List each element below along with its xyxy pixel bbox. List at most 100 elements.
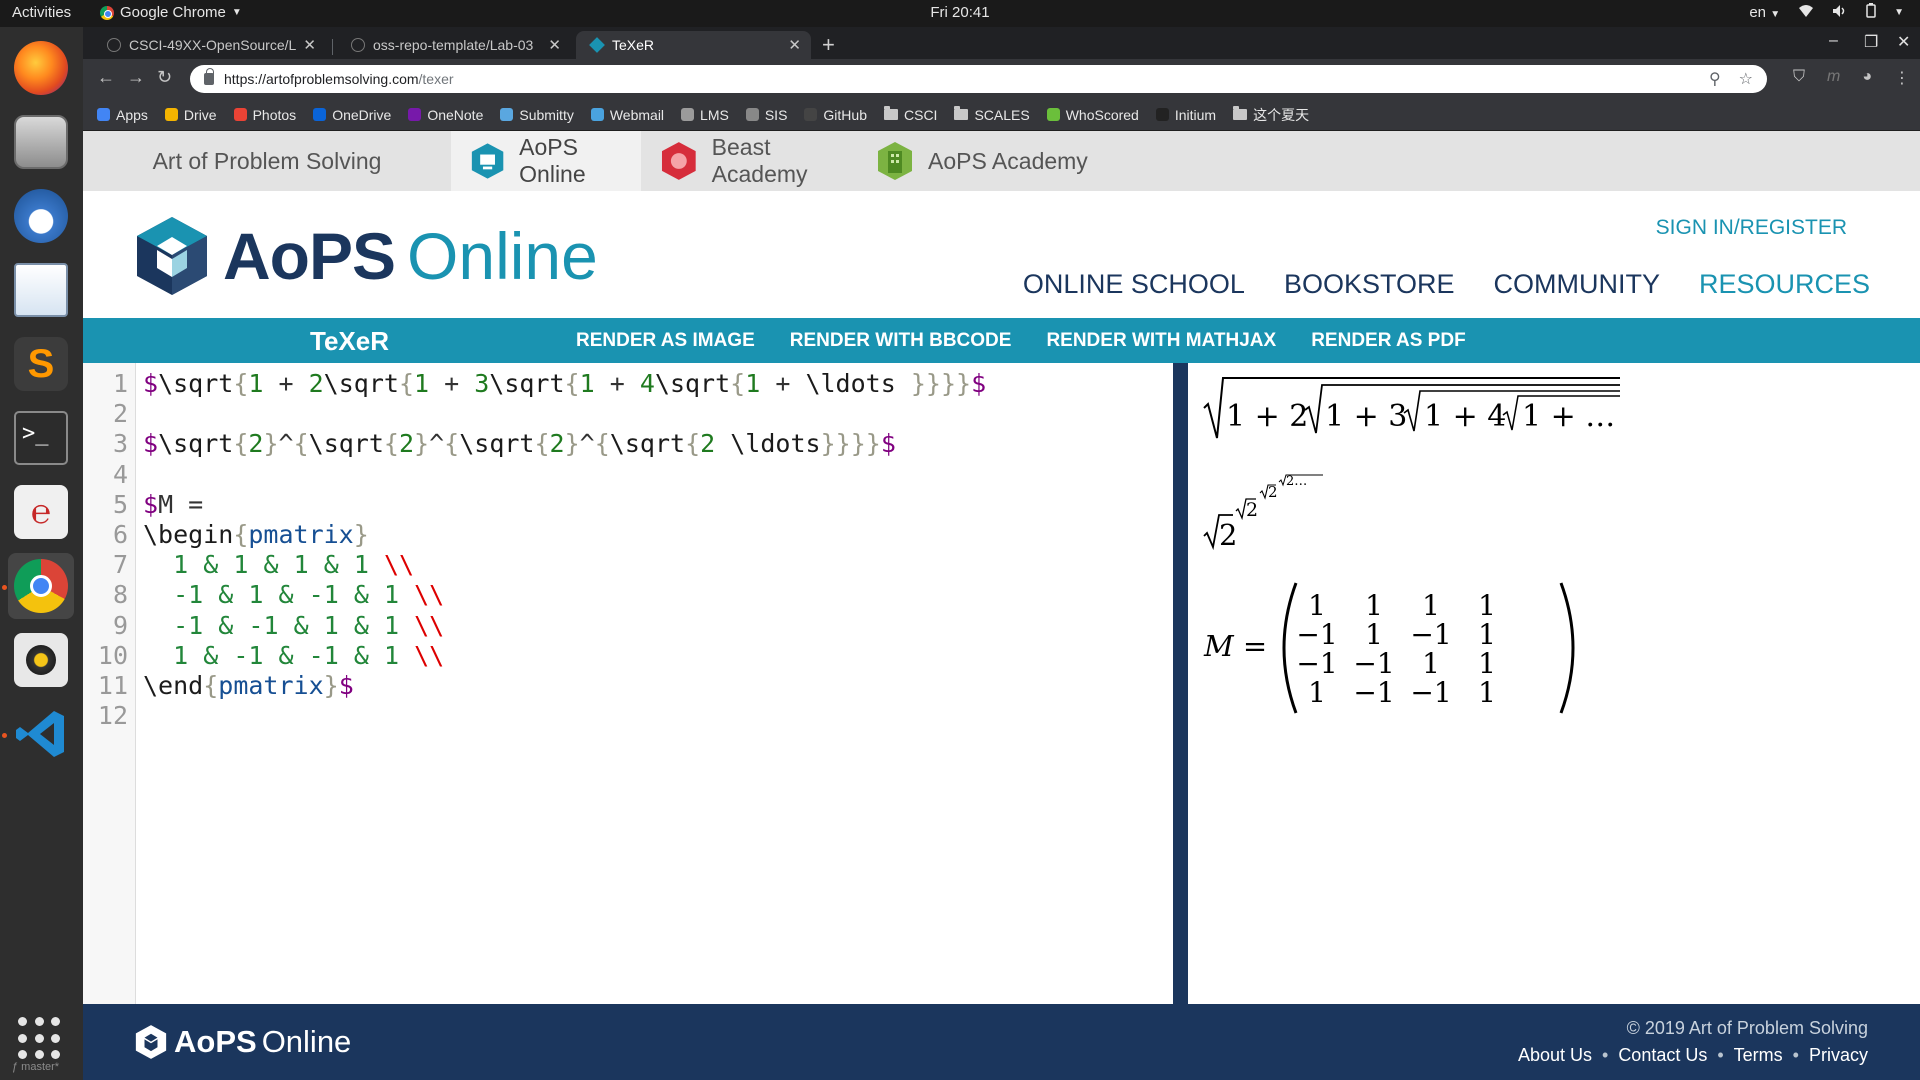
bookmark-item[interactable]: SIS [745,107,787,123]
bookmark-item[interactable]: 这个夏天 [1233,105,1309,125]
close-icon[interactable]: ✕ [788,36,801,54]
close-icon[interactable]: ✕ [303,36,316,54]
line-number: 7 [112,550,128,580]
bookmark-label: OneDrive [332,106,392,123]
evince-launcher[interactable]: ℮ [8,479,74,545]
bookmark-item[interactable]: OneNote [408,107,483,123]
site-tab-label: Beast Academy [711,134,808,187]
bookmark-favicon-icon [590,108,604,121]
matrix-cell: −1 [1353,676,1394,709]
browser-tab[interactable]: oss-repo-template/Lab-03 ✕ [337,31,571,59]
bookmark-item[interactable]: Submitty [500,107,574,123]
bookmark-item[interactable]: CSCI [884,106,937,123]
vscode-launcher[interactable] [8,701,74,767]
firefox-launcher[interactable] [8,35,74,101]
bookmark-label: WhoScored [1065,106,1139,123]
bookmark-item[interactable]: WhoScored [1046,106,1139,123]
sign-in-register-link[interactable]: SIGN IN/REGISTER [1656,216,1847,240]
bookmark-item[interactable]: Webmail [590,107,664,123]
aops-cube-logo-icon [135,1025,167,1059]
volume-icon [1832,4,1848,22]
bookmark-item[interactable]: OneDrive [313,107,391,123]
code-line: 1 & -1 & -1 & 1 \\ [173,640,445,670]
bookmark-favicon-icon [233,108,247,121]
profile-avatar-icon[interactable]: ◕ [1862,68,1872,88]
address-bar[interactable]: https://artofproblemsolving.com/texer ⚲ … [190,65,1767,93]
bookmark-item[interactable]: Apps [97,107,148,123]
folder-icon [1233,106,1248,120]
back-button[interactable]: ← [97,67,115,88]
github-icon [107,38,121,52]
footer-separator: • [1792,1045,1799,1065]
bookmark-item[interactable]: GitHub [804,107,867,123]
system-tray[interactable]: en ▼ ▼ [1749,3,1904,22]
browser-tab[interactable]: CSCI-49XX-OpenSource/L ✕ [93,31,326,59]
extension-m-icon[interactable]: m [1827,68,1840,88]
nav-community[interactable]: COMMUNITY [1493,269,1659,300]
new-tab-button[interactable]: + [822,32,835,58]
bookmark-item[interactable]: LMS [681,107,729,123]
web-page: Art of Problem Solving AoPS Online Beast… [83,131,1920,1080]
app-menu[interactable]: Google Chrome ▼ [100,4,242,21]
bookmark-item[interactable]: Photos [233,107,296,123]
sublime-text-launcher[interactable]: S [8,331,74,397]
bookmark-label: Initium [1174,106,1217,123]
footer-link-contact[interactable]: Contact Us [1618,1045,1707,1066]
document-viewer-icon: ℮ [14,485,68,539]
site-tab-beast-academy[interactable]: Beast Academy [660,131,870,191]
texer-title[interactable]: TeXeR [310,326,389,357]
bookmark-label: Apps [116,106,148,123]
render-with-mathjax-link[interactable]: RENDER WITH MATHJAX [1046,330,1276,352]
minimize-button[interactable]: – [1829,32,1838,50]
activities-button[interactable]: Activities [12,4,71,21]
reload-button[interactable]: ↻ [157,67,172,88]
site-tab-aops-academy[interactable]: AoPS Academy [876,131,1096,191]
thunderbird-launcher[interactable] [8,183,74,249]
bookmark-star-icon[interactable]: ☆ [1739,69,1753,89]
nav-online-school[interactable]: ONLINE SCHOOL [1023,269,1245,300]
footer-link-about[interactable]: About Us [1518,1045,1592,1066]
texer-toolbar: TeXeR RENDER AS IMAGE RENDER WITH BBCODE… [83,318,1920,363]
browser-tab-active[interactable]: TeXeR ✕ [576,31,811,59]
nav-resources[interactable]: RESOURCES [1699,269,1870,300]
close-window-button[interactable]: ✕ [1897,32,1910,52]
image-viewer-launcher[interactable] [8,257,74,323]
wifi-icon [1798,4,1814,22]
close-icon[interactable]: ✕ [548,36,561,54]
forward-button[interactable]: → [127,67,145,88]
show-applications-icon[interactable] [18,1017,62,1061]
site-tab-aops[interactable]: Art of Problem Solving [83,131,451,191]
image-viewer-icon [14,263,68,317]
render-with-bbcode-link[interactable]: RENDER WITH BBCODE [790,330,1012,352]
bookmark-favicon-icon [681,108,695,121]
terminal-launcher[interactable]: >_ [8,405,74,471]
bookmark-favicon-icon [500,108,514,121]
rhythmbox-launcher[interactable] [8,627,74,693]
site-tab-aops-online[interactable]: AoPS Online [451,131,641,191]
zoom-icon[interactable]: ⚲ [1709,69,1721,89]
language-indicator[interactable]: en ▼ [1749,4,1780,21]
bookmark-item[interactable]: SCALES [954,106,1030,123]
render-as-pdf-link[interactable]: RENDER AS PDF [1311,330,1465,352]
footer-logo-aops: AoPS [174,1024,257,1059]
render-as-image-link[interactable]: RENDER AS IMAGE [576,330,755,352]
footer-logo[interactable]: AoPS Online [135,1024,351,1060]
chrome-menu-icon[interactable]: ⋮ [1894,68,1910,88]
maximize-button[interactable]: ❐ [1864,32,1878,52]
line-number: 6 [112,520,128,549]
bookmark-item[interactable]: Drive [164,107,217,123]
footer-link-terms[interactable]: Terms [1734,1045,1783,1066]
tab-title: CSCI-49XX-OpenSource/L [129,37,297,53]
power-menu-icon[interactable]: ▼ [1894,7,1904,18]
shield-extension-icon[interactable]: ⛉ [1793,68,1805,88]
latex-code-editor[interactable]: 1 2 3 4 5 6 7 8 9 10 11 12 $\sqrt{1 + 2\sqrt{1 + 3\… [83,363,1173,1004]
bookmark-item[interactable]: Initium [1155,106,1217,123]
chrome-launcher[interactable] [8,553,74,619]
pane-divider[interactable] [1173,363,1188,1004]
tab-title: oss-repo-template/Lab-03 [373,37,534,53]
nav-bookstore[interactable]: BOOKSTORE [1284,269,1455,300]
aops-online-logo[interactable]: AoPS Online [135,215,598,297]
firefox-icon [14,41,68,95]
footer-link-privacy[interactable]: Privacy [1809,1045,1868,1066]
files-launcher[interactable] [8,109,74,175]
